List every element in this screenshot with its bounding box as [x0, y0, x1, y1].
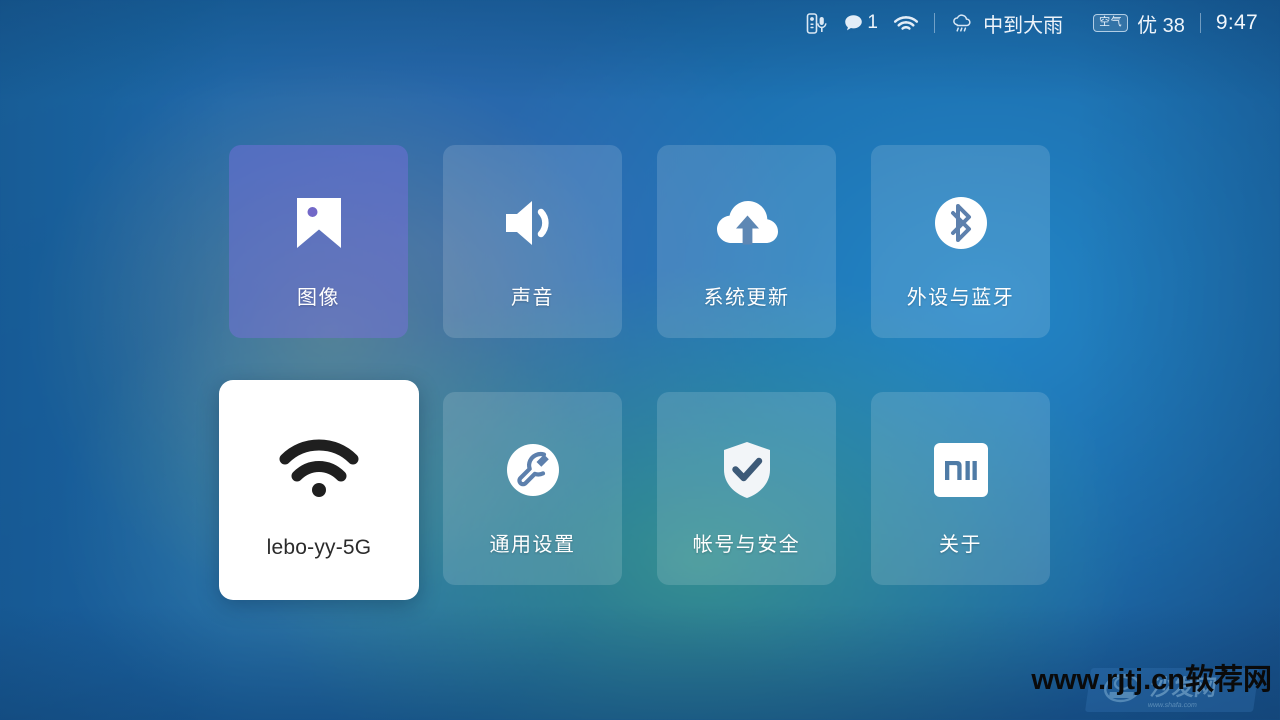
air-quality-value: 优 38 — [1137, 14, 1185, 37]
tile-label: lebo-yy-5G — [266, 536, 372, 559]
tile-label: 系统更新 — [703, 287, 790, 309]
image-icon — [284, 192, 354, 254]
tile-image[interactable]: 图像 — [229, 145, 408, 338]
tile-label: 声音 — [511, 287, 554, 309]
tile-wifi-selected[interactable]: lebo-yy-5G — [219, 380, 419, 600]
tile-label: 关于 — [939, 534, 982, 556]
site-watermark: www.rjtj.cn软荐网 — [1031, 664, 1272, 696]
tile-account-security[interactable]: 帐号与安全 — [657, 392, 836, 585]
status-divider-2 — [1199, 13, 1201, 33]
weather-text: 中到大雨 — [983, 14, 1064, 37]
bluetooth-icon — [926, 192, 996, 254]
speaker-icon — [498, 192, 568, 254]
tile-system-update[interactable]: 系统更新 — [657, 145, 836, 338]
message-count: 1 — [867, 12, 879, 33]
svg-text:www.shafa.com: www.shafa.com — [1146, 702, 1197, 709]
tile-general-settings[interactable]: 通用设置 — [443, 392, 622, 585]
wifi-icon[interactable] — [893, 13, 919, 33]
tile-label: 通用设置 — [489, 534, 576, 556]
voice-remote-icon[interactable] — [806, 12, 828, 35]
mi-logo-icon — [926, 439, 996, 501]
tile-about[interactable]: 关于 — [871, 392, 1050, 585]
tile-label: 外设与蓝牙 — [906, 287, 1015, 309]
tile-bluetooth[interactable]: 外设与蓝牙 — [871, 145, 1050, 338]
settings-tile-grid: 图像 声音 系统更新 外设与蓝牙 lebo-yy-5G 通用设置 帐号与安全 关… — [219, 145, 1054, 600]
air-quality-badge: 空气 — [1093, 14, 1129, 32]
status-bar: 1 中到大雨 空气 优 38 9:47 — [806, 0, 1280, 46]
shield-check-icon — [712, 439, 782, 501]
cloud-upload-icon — [712, 192, 782, 254]
tile-sound[interactable]: 声音 — [443, 145, 622, 338]
tile-label: 帐号与安全 — [692, 534, 801, 556]
rain-cloud-icon — [950, 12, 974, 35]
clock: 9:47 — [1215, 11, 1258, 34]
status-divider-1 — [934, 13, 936, 33]
tile-label: 图像 — [297, 287, 340, 309]
wifi-icon — [275, 436, 363, 504]
message-bubble-icon[interactable] — [843, 13, 864, 34]
wrench-circle-icon — [498, 439, 568, 501]
